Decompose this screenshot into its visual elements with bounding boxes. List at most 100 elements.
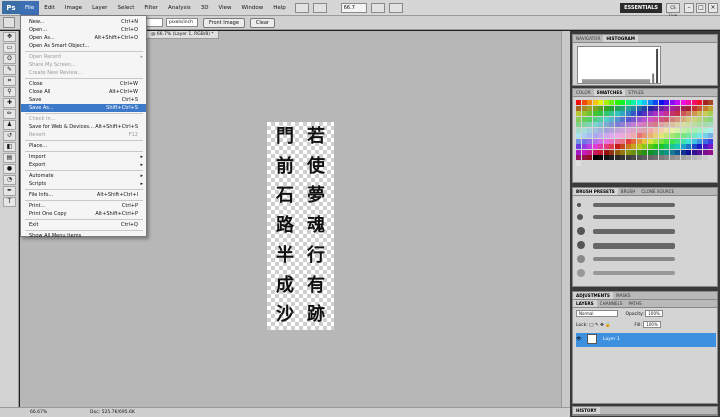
color-swatch[interactable] [653,116,658,122]
color-swatch[interactable] [708,133,713,138]
color-swatch[interactable] [609,144,614,149]
color-swatch[interactable] [675,149,680,155]
color-swatch[interactable] [587,100,592,105]
color-swatch[interactable] [702,155,708,160]
eraser-tool-icon[interactable]: ◧ [3,142,16,152]
color-swatch[interactable] [664,155,669,160]
file-menu-item[interactable]: File Info... Alt+Shift+Ctrl+I [21,191,146,199]
menu-window[interactable]: Window [237,1,269,15]
color-swatch[interactable] [620,100,625,105]
color-swatch[interactable] [609,122,614,127]
crop-tool-preset-icon[interactable] [3,17,15,28]
color-swatch[interactable] [609,155,614,160]
menu-file[interactable]: File [20,0,40,15]
color-swatch[interactable] [669,144,675,149]
color-swatch[interactable] [614,105,620,111]
color-swatch[interactable] [620,127,625,133]
color-swatch[interactable] [625,149,631,155]
color-swatch[interactable] [691,100,697,105]
color-swatch[interactable] [625,105,631,111]
color-swatch[interactable] [620,144,625,149]
color-swatch[interactable] [614,111,620,116]
color-swatch[interactable] [669,100,675,105]
color-swatch[interactable] [669,127,675,133]
color-swatch[interactable] [620,116,625,122]
color-swatch[interactable] [680,111,686,116]
quick-select-tool-icon[interactable]: ✎ [3,65,16,75]
color-swatch[interactable] [680,149,686,155]
color-swatch[interactable] [576,111,581,116]
color-swatch[interactable] [702,116,708,122]
color-swatch[interactable] [691,149,697,155]
color-swatch[interactable] [664,100,669,105]
color-swatch[interactable] [664,105,669,111]
color-swatch[interactable] [598,144,603,149]
color-swatch[interactable] [636,155,642,160]
color-swatch[interactable] [625,133,631,138]
color-swatch[interactable] [686,100,691,105]
color-swatch[interactable] [708,149,713,155]
color-swatch[interactable] [664,133,669,138]
color-swatch[interactable] [603,105,609,111]
vertical-scrollbar[interactable] [561,31,570,407]
color-swatch[interactable] [631,100,636,105]
color-swatch[interactable] [658,100,664,105]
color-swatch[interactable] [664,149,669,155]
color-swatch[interactable] [686,111,691,116]
color-swatch[interactable] [631,111,636,116]
color-swatch[interactable] [664,116,669,122]
color-swatch[interactable] [658,122,664,127]
color-swatch[interactable] [642,144,647,149]
color-swatch[interactable] [708,144,713,149]
color-swatch[interactable] [708,127,713,133]
color-swatch[interactable] [708,138,713,144]
color-swatch[interactable] [702,138,708,144]
menu-filter[interactable]: Filter [139,1,163,15]
color-swatch[interactable] [669,105,675,111]
color-swatch[interactable] [675,122,680,127]
menu-3d[interactable]: 3D [196,1,214,15]
color-swatch[interactable] [609,111,614,116]
brush-preset[interactable] [577,212,697,222]
color-swatch[interactable] [631,122,636,127]
color-swatch[interactable] [625,127,631,133]
color-swatch[interactable] [631,105,636,111]
color-swatch[interactable] [592,105,598,111]
color-swatch[interactable] [587,138,592,144]
color-swatch[interactable] [658,127,664,133]
color-swatch[interactable] [609,100,614,105]
color-swatch[interactable] [631,116,636,122]
color-swatch[interactable] [581,116,587,122]
color-swatch[interactable] [581,127,587,133]
color-swatch[interactable] [609,133,614,138]
color-swatch[interactable] [603,133,609,138]
color-swatch[interactable] [603,116,609,122]
color-swatch[interactable] [653,127,658,133]
color-swatch[interactable] [675,138,680,144]
color-swatch[interactable] [614,155,620,160]
color-swatch[interactable] [697,122,702,127]
eye-icon[interactable]: 👁 [576,333,584,347]
color-swatch[interactable] [576,160,581,166]
history-brush-tool-icon[interactable]: ↺ [3,131,16,141]
color-swatch[interactable] [675,155,680,160]
color-swatch[interactable] [587,122,592,127]
color-swatch[interactable] [680,127,686,133]
arrange-documents-button[interactable] [388,2,403,13]
color-swatch[interactable] [653,105,658,111]
color-swatch[interactable] [620,155,625,160]
color-swatch[interactable] [614,149,620,155]
file-menu-item[interactable]: Save for Web & Devices... Alt+Shift+Ctrl+… [21,123,146,131]
color-swatch[interactable] [702,100,708,105]
color-swatch[interactable] [680,133,686,138]
color-swatch[interactable] [664,138,669,144]
color-swatch[interactable] [691,133,697,138]
color-swatch[interactable] [609,105,614,111]
color-swatch[interactable] [603,155,609,160]
tab-swatches[interactable]: SWATCHES [593,89,626,96]
color-swatch[interactable] [631,155,636,160]
color-swatch[interactable] [636,105,642,111]
gradient-tool-icon[interactable]: ▤ [3,153,16,163]
color-swatch[interactable] [625,100,631,105]
color-swatch[interactable] [587,116,592,122]
